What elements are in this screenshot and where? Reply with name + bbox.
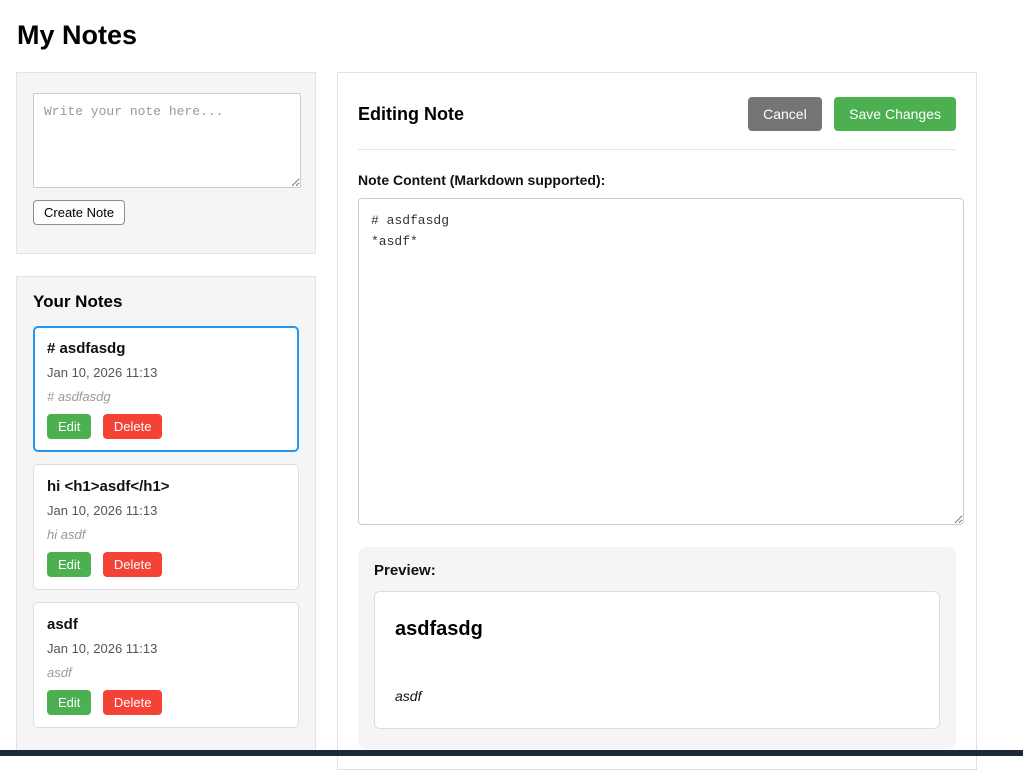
preview-label: Preview: [374,562,940,579]
note-content-editor[interactable]: # asdfasdg *asdf* [358,198,964,525]
editor-header-actions: Cancel Save Changes [748,97,956,131]
note-card[interactable]: asdf Jan 10, 2026 11:13 asdf Edit Delete [33,602,299,728]
note-title: asdf [47,616,285,633]
note-card[interactable]: # asdfasdg Jan 10, 2026 11:13 # asdfasdg… [33,326,299,452]
edit-note-button[interactable]: Edit [47,690,91,715]
bottom-dark-bar [0,750,1023,756]
delete-note-button[interactable]: Delete [103,690,163,715]
header-divider [358,149,956,150]
your-notes-heading: Your Notes [33,292,299,312]
note-snippet: hi asdf [47,527,285,542]
note-snippet: # asdfasdg [47,389,285,404]
preview-heading: asdfasdg [395,618,919,641]
note-title: # asdfasdg [47,340,285,357]
delete-note-button[interactable]: Delete [103,414,163,439]
cancel-button[interactable]: Cancel [748,97,822,131]
page-title: My Notes [17,20,1007,51]
main-columns: Create Note Your Notes # asdfasdg Jan 10… [16,72,1007,770]
note-date: Jan 10, 2026 11:13 [47,503,285,518]
note-date: Jan 10, 2026 11:13 [47,365,285,380]
delete-note-button[interactable]: Delete [103,552,163,577]
save-changes-button[interactable]: Save Changes [834,97,956,131]
create-note-button[interactable]: Create Note [33,200,125,225]
preview-body-text: asdf [395,688,919,704]
editor-heading: Editing Note [358,104,464,125]
preview-panel: Preview: asdfasdg asdf [358,547,956,749]
editing-note-panel: Editing Note Cancel Save Changes Note Co… [337,72,977,770]
note-date: Jan 10, 2026 11:13 [47,641,285,656]
create-note-panel: Create Note [16,72,316,254]
editor-header: Editing Note Cancel Save Changes [358,97,956,131]
note-snippet: asdf [47,665,285,680]
left-column: Create Note Your Notes # asdfasdg Jan 10… [16,72,316,753]
notes-app-page: My Notes Create Note Your Notes # asdfas… [0,0,1023,770]
note-content-label: Note Content (Markdown supported): [358,172,956,188]
edit-note-button[interactable]: Edit [47,552,91,577]
preview-rendered-card: asdfasdg asdf [374,591,940,729]
note-title: hi <h1>asdf</h1> [47,478,285,495]
new-note-input[interactable] [33,93,301,188]
your-notes-panel: Your Notes # asdfasdg Jan 10, 2026 11:13… [16,276,316,753]
note-card[interactable]: hi <h1>asdf</h1> Jan 10, 2026 11:13 hi a… [33,464,299,590]
edit-note-button[interactable]: Edit [47,414,91,439]
